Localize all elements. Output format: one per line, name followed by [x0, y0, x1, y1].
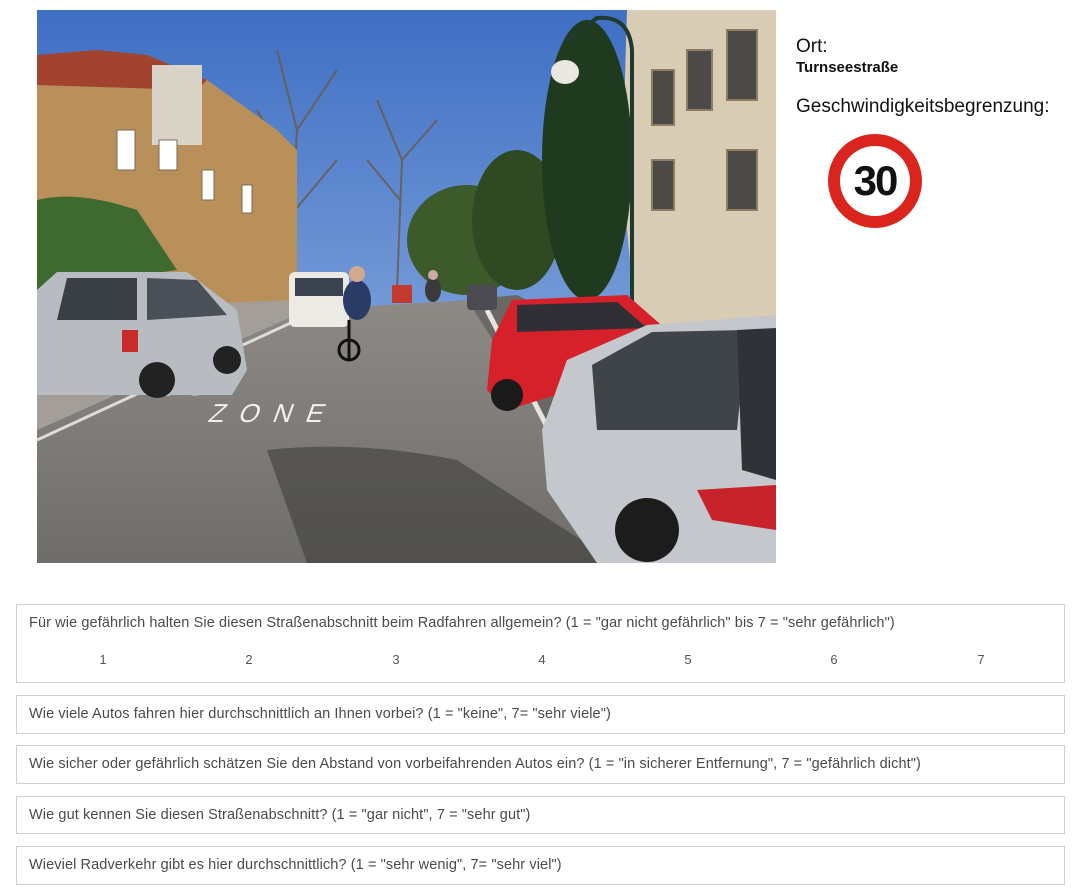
question-text: Für wie gefährlich halten Sie diesen Str… — [29, 615, 895, 631]
scale-option-1[interactable]: 1 — [88, 652, 118, 667]
question-text: Wie viele Autos fahren hier durchschnitt… — [29, 706, 611, 722]
scale-option-3[interactable]: 3 — [381, 652, 411, 667]
scale-option-2[interactable]: 2 — [234, 652, 264, 667]
road-marking-word: ZONE — [205, 399, 344, 428]
location-label: Ort: — [796, 36, 828, 57]
speed-limit-sign-icon: 30 — [828, 134, 922, 228]
location-panel: Ort: Turnseestraße Geschwindigkeitsbegre… — [796, 36, 1066, 228]
scale-option-6[interactable]: 6 — [819, 652, 849, 667]
question-familiarity[interactable]: Wie gut kennen Sie diesen Straßenabschni… — [16, 796, 1065, 834]
speed-limit-label: Geschwindigkeitsbegrenzung: — [796, 96, 1050, 117]
speed-limit-value: 30 — [840, 146, 910, 216]
scale-option-4[interactable]: 4 — [527, 652, 557, 667]
question-text: Wieviel Radverkehr gibt es hier durchsch… — [29, 857, 562, 873]
question-danger: Für wie gefährlich halten Sie diesen Str… — [16, 604, 1065, 683]
question-bike-traffic[interactable]: Wieviel Radverkehr gibt es hier durchsch… — [16, 846, 1065, 885]
scale-option-7[interactable]: 7 — [966, 652, 996, 667]
location-value: Turnseestraße — [796, 59, 899, 76]
scale-option-5[interactable]: 5 — [673, 652, 703, 667]
street-photo: 30 ZONE — [37, 10, 776, 563]
question-text: Wie gut kennen Sie diesen Straßenabschni… — [29, 807, 531, 823]
rating-scale: 1 2 3 4 5 6 7 — [17, 652, 1064, 672]
question-passing-distance[interactable]: Wie sicher oder gefährlich schätzen Sie … — [16, 745, 1065, 784]
question-text: Wie sicher oder gefährlich schätzen Sie … — [29, 756, 921, 772]
question-car-count[interactable]: Wie viele Autos fahren hier durchschnitt… — [16, 695, 1065, 734]
